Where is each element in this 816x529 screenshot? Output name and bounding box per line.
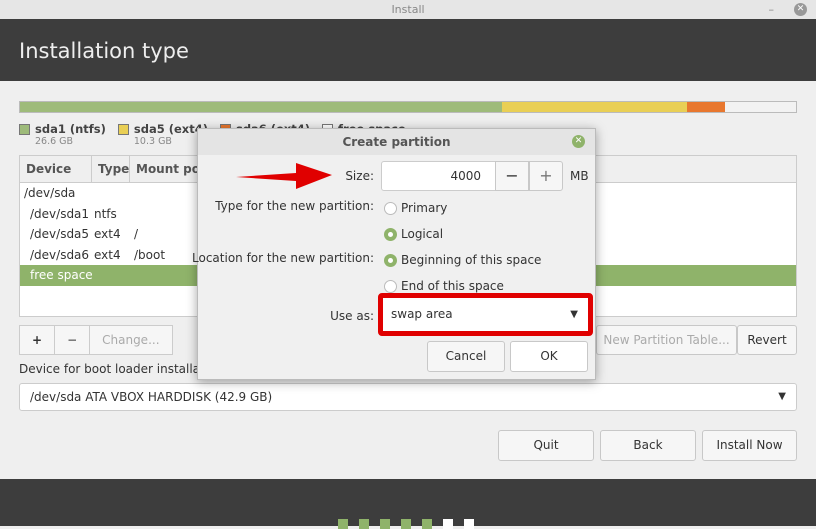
legend-label: sda1 (ntfs) [35,122,106,136]
col-device[interactable]: Device [20,156,92,182]
header: Installation type [0,19,816,81]
partition-bar [19,101,797,113]
use-as-label: Use as: [330,309,374,323]
dialog-close-icon[interactable]: ✕ [572,135,585,148]
cell-device: /dev/sda [24,186,76,200]
progress-dot [443,519,453,529]
cell-type [94,183,134,204]
red-arrow-annotation [236,163,332,189]
cell-device: /dev/sda1 [30,206,90,221]
progress-dot [380,519,390,529]
progress-dot [359,519,369,529]
size-increment-button[interactable]: + [529,161,563,191]
remove-partition-button[interactable]: − [55,326,91,354]
radio-icon [384,253,397,267]
radio-beginning[interactable]: Beginning of this space [384,253,541,267]
use-as-value: swap area [391,307,453,321]
bootloader-select[interactable]: /dev/sda ATA VBOX HARDDISK (42.9 GB) ▼ [19,383,797,411]
change-partition-button[interactable]: Change... [90,326,171,354]
quit-button[interactable]: Quit [498,430,594,461]
use-as-select[interactable]: swap area ▼ [383,298,588,331]
radio-label: Beginning of this space [401,253,542,267]
cell-device: /dev/sda5 [30,227,90,241]
revert-button[interactable]: Revert [737,325,797,355]
chevron-down-icon: ▼ [570,309,578,320]
title-bar: Install – ✕ [0,0,816,19]
radio-label: Logical [401,227,444,241]
progress-dots [338,519,474,529]
chevron-down-icon: ▼ [778,391,786,402]
add-partition-button[interactable]: + [20,326,56,354]
radio-icon [384,227,397,241]
close-icon[interactable]: ✕ [794,3,807,16]
cell-device: /dev/sda6 [30,247,90,262]
size-decrement-button[interactable]: − [495,161,529,191]
legend-item: sda1 (ntfs) 26.6 GB [19,122,106,147]
partition-segment-sda6 [687,102,725,112]
radio-primary[interactable]: Primary [384,201,447,215]
minimize-icon[interactable]: – [769,0,775,19]
cancel-button[interactable]: Cancel [427,341,505,372]
bootloader-label: Device for boot loader installatio [19,362,216,376]
legend-swatch [19,124,30,135]
size-input[interactable]: 4000 [381,161,496,191]
progress-dot [422,519,432,529]
progress-dot [338,519,348,529]
partition-segment-sda1 [20,102,502,112]
window-title: Install [391,3,425,16]
cell-type: ext4 [94,227,121,241]
radio-label: End of this space [401,279,504,293]
progress-dot [401,519,411,529]
size-label: Size: [345,169,374,183]
highlight-box: swap area ▼ [378,293,593,336]
size-unit: MB [570,169,589,183]
cell-type: ext4 [94,247,121,262]
ok-button[interactable]: OK [510,341,588,372]
radio-logical[interactable]: Logical [384,227,443,241]
col-type[interactable]: Type [92,156,130,182]
cell-device: free space [30,268,93,282]
cell-type: ntfs [94,206,117,221]
cell-mount: / [134,227,139,241]
type-label: Type for the new partition: [215,199,374,213]
bootloader-value: /dev/sda ATA VBOX HARDDISK (42.9 GB) [30,390,273,404]
partition-segment-free [724,102,796,112]
progress-dot [464,519,474,529]
partition-tools: + − Change... [19,325,173,355]
partition-segment-sda5 [501,102,688,112]
back-button[interactable]: Back [600,430,696,461]
location-label: Location for the new partition: [192,251,374,265]
radio-icon [384,279,397,293]
new-partition-table-button[interactable]: New Partition Table... [596,325,737,355]
radio-icon [384,201,397,215]
radio-label: Primary [401,201,448,215]
page-title: Installation type [19,39,189,63]
radio-end[interactable]: End of this space [384,279,504,293]
cell-mount: /boot [134,247,166,262]
create-partition-dialog: Create partition ✕ Size: 4000 − + MB Typ… [192,128,596,380]
cell-type [94,265,134,286]
legend-item: sda5 (ext4) 10.3 GB [117,122,208,147]
dialog-title: Create partition [198,129,595,155]
install-now-button[interactable]: Install Now [702,430,797,461]
legend-swatch [117,124,129,135]
legend-size: 26.6 GB [35,136,74,147]
